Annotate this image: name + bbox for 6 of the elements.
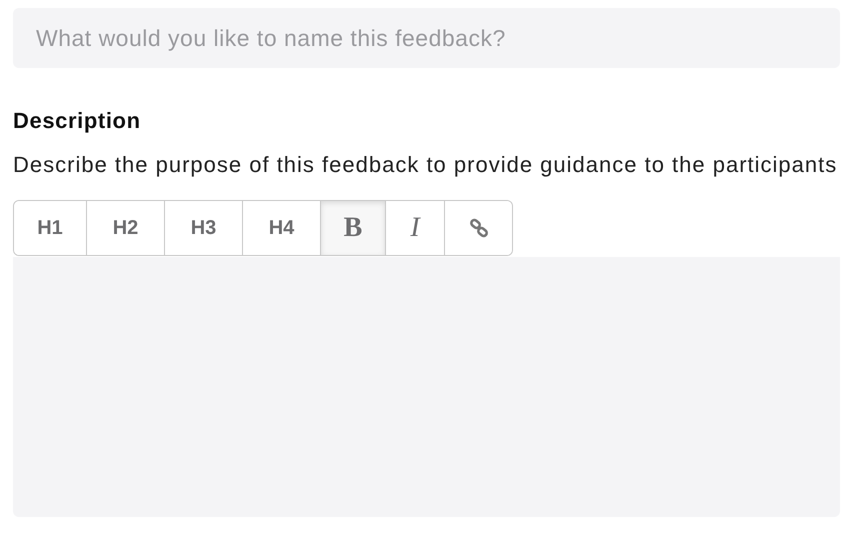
link-icon: [468, 218, 488, 238]
description-heading: Description: [13, 108, 142, 135]
bold-button[interactable]: B: [321, 201, 386, 255]
heading-button[interactable]: H1: [14, 201, 87, 255]
title-field[interactable]: What would you like to name this feedback?: [13, 8, 840, 68]
description-hint: Describe the purpose of this feedback to provide guidance to the participants: [13, 152, 838, 178]
